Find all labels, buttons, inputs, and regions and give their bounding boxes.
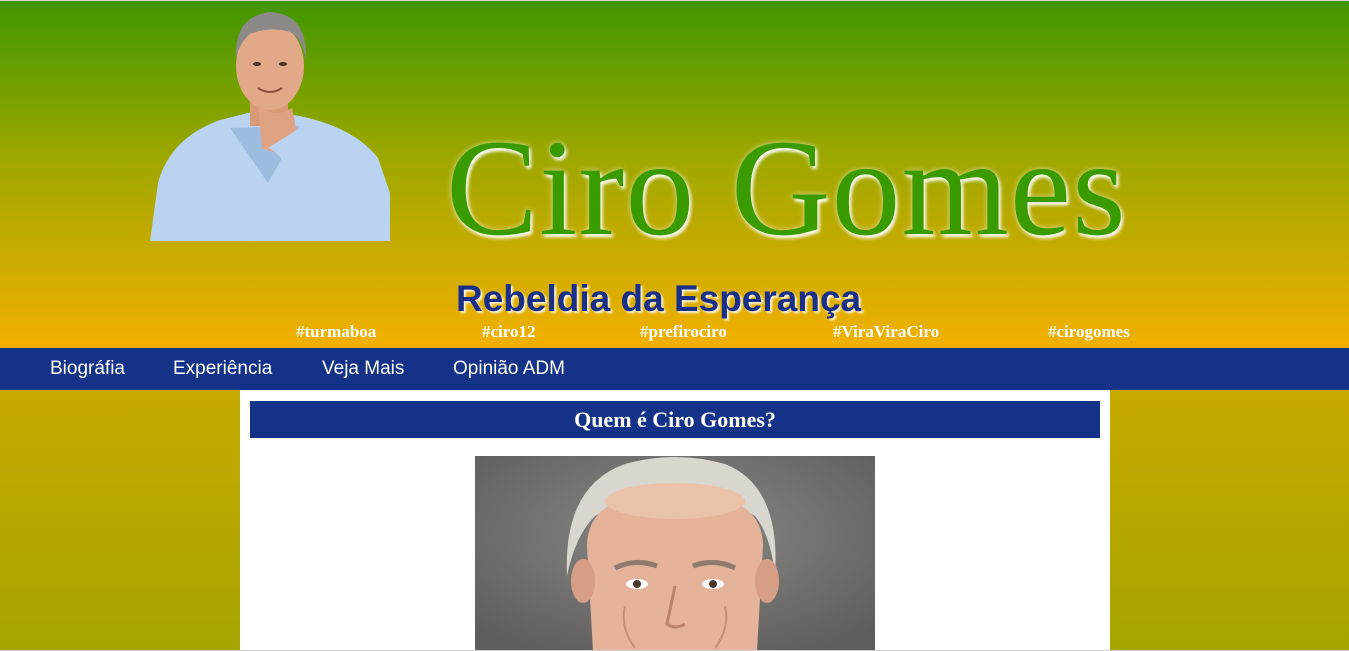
section-heading: Quem é Ciro Gomes? (250, 401, 1100, 438)
main-nav: Biográfia Experiência Veja Mais Opinião … (0, 348, 1349, 390)
site-title: Ciro Gomes (446, 111, 1127, 264)
hashtag-viraviraciro: #ViraViraCiro (833, 322, 940, 341)
hashtag-cirogomes: #cirogomes (1048, 322, 1130, 341)
content-panel: Quem é Ciro Gomes? (240, 390, 1110, 651)
hashtag-prefirociro: #prefirociro (640, 322, 727, 341)
site-header: Ciro Gomes Rebeldia da Esperança #turmab… (0, 0, 1349, 348)
header-portrait-photo (150, 8, 390, 241)
hashtag-ciro12: #ciro12 (482, 322, 536, 341)
site-subtitle: Rebeldia da Esperança (456, 278, 862, 319)
nav-item-veja-mais[interactable]: Veja Mais (322, 348, 404, 390)
hashtag-turmaboa: #turmaboa (296, 322, 377, 341)
nav-item-biografia[interactable]: Biográfia (50, 348, 125, 390)
nav-item-experiencia[interactable]: Experiência (173, 348, 272, 390)
content-portrait-photo (475, 456, 875, 651)
nav-item-opiniao-adm[interactable]: Opinião ADM (453, 348, 565, 390)
